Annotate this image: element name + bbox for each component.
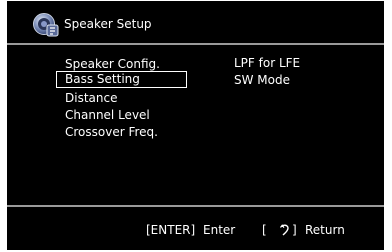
header: Speaker Setup: [7, 1, 384, 43]
menu-item-speaker-config[interactable]: Speaker Config.: [56, 55, 186, 71]
menu-item-label: Speaker Config.: [65, 57, 160, 71]
enter-label: Enter: [203, 223, 236, 237]
menu-item-distance[interactable]: Distance: [56, 89, 186, 105]
footer-divider: [7, 205, 384, 207]
menu-item-bass-setting[interactable]: Bass Setting: [56, 71, 187, 88]
return-bracket-close: ]: [292, 223, 297, 237]
menu-item-label: Crossover Freq.: [65, 125, 158, 139]
return-arrow-icon: [280, 224, 289, 236]
menu-item-channel-level[interactable]: Channel Level: [56, 106, 186, 122]
return-bracket-open: [: [262, 223, 267, 237]
submenu-item-lpf-for-lfe[interactable]: LPF for LFE: [234, 55, 300, 71]
menu-item-label: Channel Level: [65, 108, 150, 122]
header-divider: [7, 43, 384, 45]
speaker-setup-icon: [33, 13, 59, 37]
page-title: Speaker Setup: [64, 17, 152, 31]
menu-item-label: Bass Setting: [65, 72, 140, 86]
submenu-item-sw-mode[interactable]: SW Mode: [234, 72, 290, 88]
enter-key-hint: [ENTER]: [146, 223, 196, 237]
menu-item-label: Distance: [65, 91, 118, 105]
menu-item-crossover-freq[interactable]: Crossover Freq.: [56, 123, 186, 139]
return-label: Return: [305, 223, 345, 237]
speaker-setup-screen: Speaker Setup Speaker Config. Bass Setti…: [7, 1, 384, 250]
